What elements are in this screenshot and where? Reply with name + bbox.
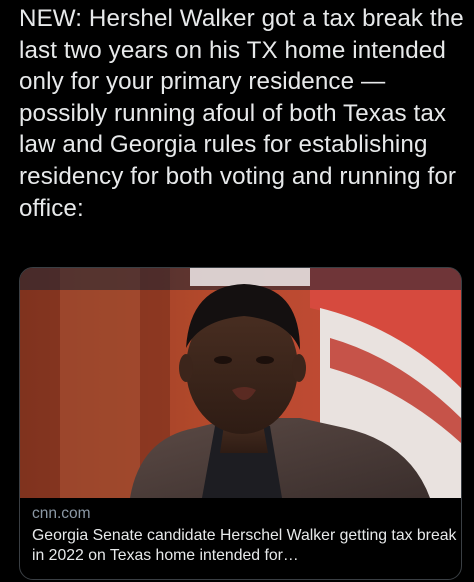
tweet-text: NEW: Hershel Walker got a tax break the … — [19, 5, 464, 222]
news-photo-icon — [20, 268, 461, 498]
link-title[interactable]: Georgia Senate candidate Herschel Walker… — [32, 526, 457, 566]
link-domain: cnn.com — [32, 505, 91, 522]
link-preview-image[interactable] — [20, 268, 461, 498]
link-preview-meta: cnn.com Georgia Senate candidate Hersche… — [32, 503, 457, 566]
link-preview-card[interactable]: cnn.com Georgia Senate candidate Hersche… — [19, 267, 462, 580]
